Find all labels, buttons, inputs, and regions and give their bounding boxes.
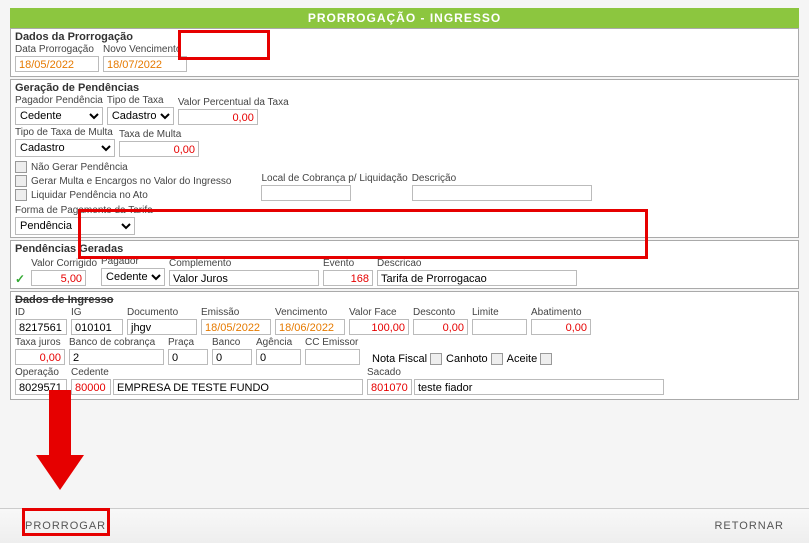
label-banco: Banco	[212, 337, 252, 349]
label-cedente: Cedente	[71, 367, 363, 379]
label-abatimento: Abatimento	[531, 307, 591, 319]
label-nao-gerar: Não Gerar Pendência	[31, 162, 128, 173]
label-limite: Limite	[472, 307, 527, 319]
input-descricao-gp[interactable]	[412, 185, 592, 201]
section-label: Pendências Geradas	[15, 243, 794, 255]
input-cc-emissor[interactable]	[305, 349, 360, 365]
checkbox-gerar-multa[interactable]	[15, 175, 27, 187]
input-banco[interactable]: 0	[212, 349, 252, 365]
checkbox-nota-fiscal[interactable]	[430, 353, 442, 365]
footer: PRORROGAR RETORNAR	[0, 508, 809, 543]
label-tipo-taxa: Tipo de Taxa	[107, 95, 174, 107]
input-agencia[interactable]: 0	[256, 349, 301, 365]
input-valor-corrigido[interactable]: 5,00	[31, 270, 86, 286]
label-aceite: Aceite	[507, 353, 538, 365]
label-complemento: Complemento	[169, 258, 319, 270]
label-descricao-gp: Descrição	[412, 173, 592, 185]
input-banco-cobranca[interactable]: 2	[69, 349, 164, 365]
input-descricao-pg[interactable]: Tarifa de Prorrogacao	[377, 270, 577, 286]
label-valor-corrigido: Valor Corrigido	[31, 258, 97, 270]
label-documento: Documento	[127, 307, 197, 319]
label-evento: Evento	[323, 258, 373, 270]
retornar-button[interactable]: RETORNAR	[714, 520, 784, 532]
label-tipo-taxa-multa: Tipo de Taxa de Multa	[15, 127, 115, 139]
input-ig[interactable]: 010101	[71, 319, 123, 335]
label-gerar-multa: Gerar Multa e Encargos no Valor do Ingre…	[31, 176, 231, 187]
label-novo-vencimento: Novo Vencimento	[103, 44, 187, 56]
panel-dados-ingresso: Dados de Ingresso ID8217561 IG010101 Doc…	[10, 291, 799, 400]
label-nota-fiscal: Nota Fiscal	[372, 353, 427, 365]
label-canhoto: Canhoto	[446, 353, 488, 365]
label-taxa-juros: Taxa juros	[15, 337, 65, 349]
label-pagador-pendencia: Pagador Pendência	[15, 95, 103, 107]
label-vencimento: Vencimento	[275, 307, 345, 319]
label-liquidar: Liquidar Pendência no Ato	[31, 190, 148, 201]
input-limite[interactable]	[472, 319, 527, 335]
label-valor-percentual: Valor Percentual da Taxa	[178, 97, 289, 109]
label-pagador-pg: Pagador	[101, 256, 165, 268]
panel-dados-prorrogacao: Dados da Prorrogação Data Prorrogação 18…	[10, 28, 799, 77]
panel-pendencias-geradas: Pendências Geradas ✓ Valor Corrigido 5,0…	[10, 240, 799, 289]
label-taxa-multa: Taxa de Multa	[119, 129, 199, 141]
check-icon: ✓	[15, 272, 25, 286]
label-banco-cobranca: Banco de cobrança	[69, 337, 164, 349]
input-vencimento[interactable]: 18/06/2022	[275, 319, 345, 335]
select-pagador-pg[interactable]: Cedente	[101, 268, 165, 286]
input-sacado-cod[interactable]: 801070	[367, 379, 412, 395]
checkbox-liquidar[interactable]	[15, 189, 27, 201]
input-cedente-nome[interactable]: EMPRESA DE TESTE FUNDO	[113, 379, 363, 395]
label-ig: IG	[71, 307, 123, 319]
select-tipo-taxa[interactable]: Cadastro	[107, 107, 174, 125]
input-local-cobranca[interactable]	[261, 185, 351, 201]
label-cc-emissor: CC Emissor	[305, 337, 360, 349]
label-operacao: Operação	[15, 367, 67, 379]
label-local-cobranca: Local de Cobrança p/ Liquidação	[261, 173, 407, 185]
label-valor-face: Valor Face	[349, 307, 409, 319]
section-label: Dados de Ingresso	[15, 294, 794, 306]
label-forma-pagamento: Forma de Pagamento da Tarifa	[15, 205, 135, 217]
input-desconto[interactable]: 0,00	[413, 319, 468, 335]
checkbox-canhoto[interactable]	[491, 353, 503, 365]
select-tipo-taxa-multa[interactable]: Cadastro	[15, 139, 115, 157]
page-title: PRORROGAÇÃO - INGRESSO	[10, 8, 799, 28]
label-desconto: Desconto	[413, 307, 468, 319]
checkbox-aceite[interactable]	[540, 353, 552, 365]
input-praca[interactable]: 0	[168, 349, 208, 365]
input-taxa-juros[interactable]: 0,00	[15, 349, 65, 365]
label-agencia: Agência	[256, 337, 301, 349]
select-pagador-pendencia[interactable]: Cedente	[15, 107, 103, 125]
label-praca: Praça	[168, 337, 208, 349]
input-id[interactable]: 8217561	[15, 319, 67, 335]
section-label: Dados da Prorrogação	[15, 31, 794, 43]
prorrogar-button[interactable]: PRORROGAR	[25, 520, 106, 532]
select-forma-pagamento[interactable]: Pendência	[15, 217, 135, 235]
input-taxa-multa[interactable]: 0,00	[119, 141, 199, 157]
input-novo-vencimento[interactable]: 18/07/2022	[103, 56, 187, 72]
input-emissao[interactable]: 18/05/2022	[201, 319, 271, 335]
checkbox-nao-gerar[interactable]	[15, 161, 27, 173]
label-emissao: Emissão	[201, 307, 271, 319]
input-valor-face[interactable]: 100,00	[349, 319, 409, 335]
label-descricao-pg: Descricao	[377, 258, 577, 270]
input-valor-percentual[interactable]: 0,00	[178, 109, 258, 125]
input-abatimento[interactable]: 0,00	[531, 319, 591, 335]
label-data-prorrogacao: Data Prorrogação	[15, 44, 99, 56]
panel-geracao-pendencias: Geração de Pendências Pagador Pendência …	[10, 79, 799, 238]
input-evento[interactable]: 168	[323, 270, 373, 286]
input-complemento[interactable]: Valor Juros	[169, 270, 319, 286]
label-id: ID	[15, 307, 67, 319]
input-sacado-nome[interactable]: teste fiador	[414, 379, 664, 395]
input-data-prorrogacao[interactable]: 18/05/2022	[15, 56, 99, 72]
input-documento[interactable]: jhgv	[127, 319, 197, 335]
section-label: Geração de Pendências	[15, 82, 794, 94]
arrow-icon	[35, 390, 85, 500]
label-sacado: Sacado	[367, 367, 664, 379]
